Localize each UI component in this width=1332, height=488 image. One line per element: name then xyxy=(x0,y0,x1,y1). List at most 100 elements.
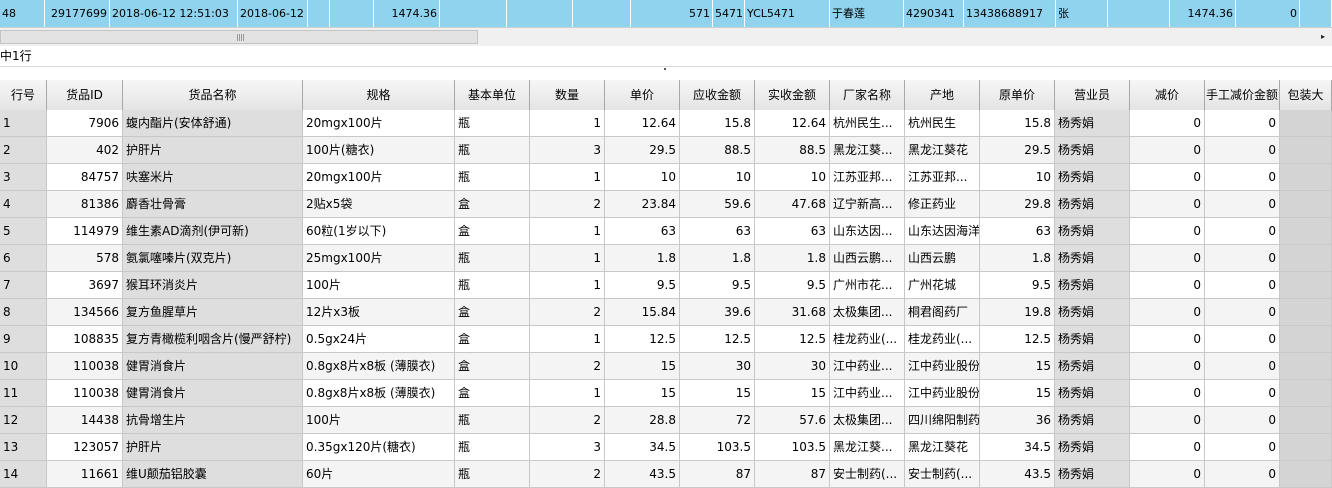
cell-package[interactable] xyxy=(1280,353,1332,380)
cell-manufacturer[interactable]: 江中药业... xyxy=(830,380,905,407)
cell-manual-discount[interactable]: 0 xyxy=(1205,191,1280,218)
cell-original-price[interactable]: 63 xyxy=(980,218,1055,245)
cell-original-price[interactable]: 10 xyxy=(980,164,1055,191)
cell-manufacturer[interactable]: 杭州民生... xyxy=(830,110,905,137)
cell-package[interactable] xyxy=(1280,137,1332,164)
cell-spec[interactable]: 12片x3板 xyxy=(303,299,455,326)
cell-discount[interactable]: 0 xyxy=(1130,326,1205,353)
cell-origin[interactable]: 黑龙江葵花 xyxy=(905,137,980,164)
column-header-manufacturer[interactable]: 厂家名称 xyxy=(830,80,905,110)
cell-salesperson[interactable]: 杨秀娟 xyxy=(1055,434,1130,461)
cell-unit[interactable]: 瓶 xyxy=(455,137,530,164)
cell-row-number[interactable]: 14 xyxy=(0,461,47,488)
cell-unit[interactable]: 瓶 xyxy=(455,434,530,461)
table-row[interactable]: 3 84757 呋塞米片 20mgx100片瓶 1 10 10 10 江苏亚邦... 江苏亚邦..… xyxy=(0,164,1332,191)
selected-row-cell[interactable]: 于春莲 xyxy=(830,0,904,27)
cell-product-id[interactable]: 110038 xyxy=(47,380,123,407)
cell-unit-price[interactable]: 15 xyxy=(605,380,680,407)
table-row[interactable]: 11 110038 健胃消食片 0.8gx8片x8板 (薄膜衣) 盒 1 15 15 15 江中药… xyxy=(0,380,1332,407)
cell-amount-paid[interactable]: 63 xyxy=(755,218,830,245)
cell-product-name[interactable]: 健胃消食片 xyxy=(123,353,303,380)
cell-package[interactable] xyxy=(1280,407,1332,434)
cell-salesperson[interactable]: 杨秀娟 xyxy=(1055,272,1130,299)
cell-product-name[interactable]: 猴耳环消炎片 xyxy=(123,272,303,299)
cell-package[interactable] xyxy=(1280,191,1332,218)
cell-quantity[interactable]: 1 xyxy=(530,110,605,137)
cell-amount-paid[interactable]: 1.8 xyxy=(755,245,830,272)
cell-amount-due[interactable]: 10 xyxy=(680,164,755,191)
cell-unit-price[interactable]: 34.5 xyxy=(605,434,680,461)
table-row[interactable]: 1 7906 蝮内酯片(安体舒通) 20mgx100片瓶 1 12.64 15.8 12.64… xyxy=(0,110,1332,137)
cell-salesperson[interactable]: 杨秀娟 xyxy=(1055,407,1130,434)
selected-row-cell[interactable] xyxy=(1300,0,1332,27)
cell-package[interactable] xyxy=(1280,110,1332,137)
cell-amount-paid[interactable]: 12.64 xyxy=(755,110,830,137)
cell-quantity[interactable]: 2 xyxy=(530,353,605,380)
cell-amount-paid[interactable]: 87 xyxy=(755,461,830,488)
cell-unit-price[interactable]: 1.8 xyxy=(605,245,680,272)
selected-row-cell[interactable]: 29177699 xyxy=(45,0,110,27)
cell-row-number[interactable]: 6 xyxy=(0,245,47,272)
cell-discount[interactable]: 0 xyxy=(1130,299,1205,326)
cell-original-price[interactable]: 43.5 xyxy=(980,461,1055,488)
cell-manufacturer[interactable]: 黑龙江葵... xyxy=(830,434,905,461)
cell-manufacturer[interactable]: 江中药业... xyxy=(830,353,905,380)
cell-amount-due[interactable]: 39.6 xyxy=(680,299,755,326)
cell-row-number[interactable]: 1 xyxy=(0,110,47,137)
selected-record-row[interactable]: 48 29177699 2018-06-12 12:51:03 2018-06-12 1… xyxy=(0,0,1332,27)
selected-row-cell[interactable]: 571 xyxy=(631,0,713,27)
cell-manufacturer[interactable]: 桂龙药业(... xyxy=(830,326,905,353)
cell-salesperson[interactable]: 杨秀娟 xyxy=(1055,110,1130,137)
cell-quantity[interactable]: 3 xyxy=(530,137,605,164)
cell-spec[interactable]: 100片 xyxy=(303,272,455,299)
cell-unit-price[interactable]: 23.84 xyxy=(605,191,680,218)
cell-product-name[interactable]: 健胃消食片 xyxy=(123,380,303,407)
selected-row-cell[interactable] xyxy=(507,0,573,27)
cell-manufacturer[interactable]: 黑龙江葵... xyxy=(830,137,905,164)
cell-manual-discount[interactable]: 0 xyxy=(1205,326,1280,353)
cell-amount-paid[interactable]: 57.6 xyxy=(755,407,830,434)
cell-discount[interactable]: 0 xyxy=(1130,137,1205,164)
column-header-package[interactable]: 包装大 xyxy=(1280,80,1332,110)
cell-origin[interactable]: 桂龙药业(... xyxy=(905,326,980,353)
cell-unit-price[interactable]: 63 xyxy=(605,218,680,245)
cell-package[interactable] xyxy=(1280,326,1332,353)
cell-product-id[interactable]: 84757 xyxy=(47,164,123,191)
cell-salesperson[interactable]: 杨秀娟 xyxy=(1055,380,1130,407)
table-row[interactable]: 2 402 护肝片 100片(糖衣) 瓶 3 29.5 88.5 88.5 黑龙江葵... 黑龙江葵… xyxy=(0,137,1332,164)
selected-row-cell[interactable]: 张 xyxy=(1056,0,1108,27)
cell-unit[interactable]: 盒 xyxy=(455,380,530,407)
cell-original-price[interactable]: 15.8 xyxy=(980,110,1055,137)
cell-spec[interactable]: 0.8gx8片x8板 (薄膜衣) xyxy=(303,353,455,380)
cell-row-number[interactable]: 8 xyxy=(0,299,47,326)
selected-row-cell[interactable]: 13438688917 xyxy=(964,0,1056,27)
cell-salesperson[interactable]: 杨秀娟 xyxy=(1055,137,1130,164)
cell-original-price[interactable]: 15 xyxy=(980,353,1055,380)
cell-salesperson[interactable]: 杨秀娟 xyxy=(1055,164,1130,191)
cell-unit-price[interactable]: 15.84 xyxy=(605,299,680,326)
table-row[interactable]: 6 578 氨氯噻嗪片(双克片) 25mgx100片瓶 1 1.8 1.8 1.8 山西云鹏..… xyxy=(0,245,1332,272)
cell-product-id[interactable]: 3697 xyxy=(47,272,123,299)
cell-origin[interactable]: 桐君阁药厂 xyxy=(905,299,980,326)
cell-unit[interactable]: 瓶 xyxy=(455,407,530,434)
cell-origin[interactable]: 江苏亚邦... xyxy=(905,164,980,191)
column-header-product-id[interactable]: 货品ID xyxy=(47,80,123,110)
cell-amount-paid[interactable]: 9.5 xyxy=(755,272,830,299)
cell-row-number[interactable]: 4 xyxy=(0,191,47,218)
cell-quantity[interactable]: 1 xyxy=(530,272,605,299)
selected-row-cell[interactable] xyxy=(308,0,330,27)
table-row[interactable]: 13 123057 护肝片 0.35gx120片(糖衣) 瓶 3 34.5 103.5 103.… xyxy=(0,434,1332,461)
cell-quantity[interactable]: 1 xyxy=(530,164,605,191)
cell-product-id[interactable]: 123057 xyxy=(47,434,123,461)
cell-origin[interactable]: 江中药业股份 xyxy=(905,380,980,407)
cell-spec[interactable]: 0.35gx120片(糖衣) xyxy=(303,434,455,461)
cell-manual-discount[interactable]: 0 xyxy=(1205,461,1280,488)
cell-origin[interactable]: 山东达因海洋 xyxy=(905,218,980,245)
cell-product-id[interactable]: 81386 xyxy=(47,191,123,218)
column-header-salesperson[interactable]: 营业员 xyxy=(1055,80,1130,110)
cell-manual-discount[interactable]: 0 xyxy=(1205,407,1280,434)
column-header-manual-discount[interactable]: 手工减价金额 xyxy=(1205,80,1280,110)
cell-package[interactable] xyxy=(1280,380,1332,407)
selected-row-cell[interactable]: 1474.36 xyxy=(1170,0,1236,27)
cell-amount-due[interactable]: 15.8 xyxy=(680,110,755,137)
